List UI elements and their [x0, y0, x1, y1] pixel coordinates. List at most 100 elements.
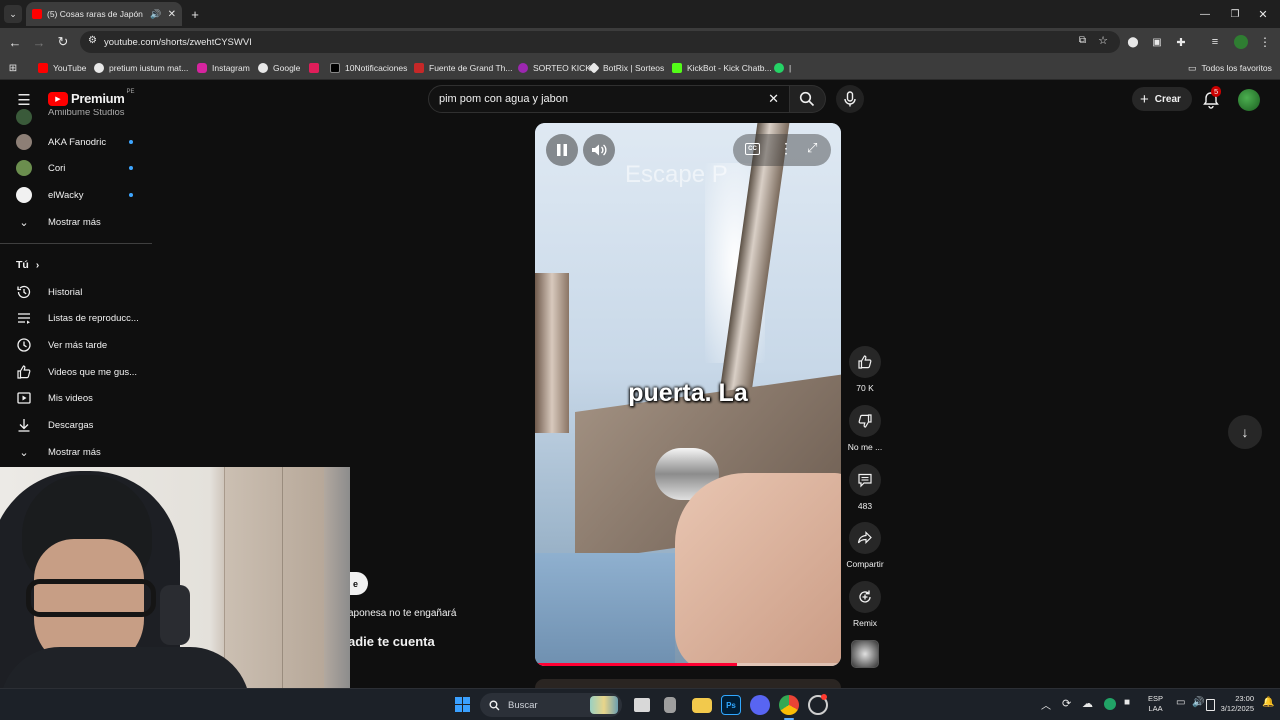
bookmark-slack[interactable]: [309, 60, 324, 76]
sidebar-subscription-partial[interactable]: Amiibume Studios: [0, 109, 152, 125]
search-input[interactable]: pim pom con agua y jabon ✕: [428, 85, 790, 113]
sidebar-item-historial[interactable]: Historial: [0, 279, 152, 305]
tab-search-icon[interactable]: ⌄: [4, 5, 22, 23]
video-title-partial[interactable]: adie te cuenta: [348, 634, 435, 649]
notifications-button[interactable]: 5: [1200, 86, 1222, 111]
like-action[interactable]: 70 K: [845, 346, 885, 393]
tray-security-icon[interactable]: [1104, 698, 1116, 710]
task-view-icon[interactable]: [634, 698, 650, 712]
hamburger-menu-icon[interactable]: ☰: [14, 90, 34, 110]
url-field[interactable]: ⚙ youtube.com/shorts/zwehtCYSWVI ⧉ ☆: [80, 31, 1120, 53]
like-button[interactable]: [849, 346, 881, 378]
video-progress-track[interactable]: [535, 663, 841, 666]
next-short-button[interactable]: ↓: [1228, 415, 1262, 449]
tray-network-icon[interactable]: ▭: [1176, 697, 1185, 708]
reload-icon[interactable]: ↻: [54, 33, 72, 51]
dislike-button[interactable]: [849, 405, 881, 437]
bookmark-youtube[interactable]: YouTube: [38, 60, 86, 76]
share-button[interactable]: [849, 522, 881, 554]
tray-language[interactable]: ESP LAA: [1148, 694, 1163, 714]
taskbar-app-icon[interactable]: [664, 697, 676, 713]
close-window-icon[interactable]: ✕: [1254, 5, 1272, 23]
install-app-icon[interactable]: ⧉: [1079, 35, 1086, 46]
tray-sync-icon[interactable]: ⟳: [1062, 697, 1071, 710]
shorts-video-player[interactable]: Escape P puerta. La CC ⋮ ⤢: [535, 123, 841, 666]
tray-chevron-up-icon[interactable]: ︿: [1041, 697, 1051, 712]
youtube-logo[interactable]: ▶ Premium PE: [48, 89, 135, 106]
bookmark-star-icon[interactable]: ☆: [1098, 34, 1108, 47]
sidebar-subscription-cori[interactable]: Cori: [0, 155, 152, 181]
comments-action[interactable]: 483: [845, 464, 885, 511]
tray-clock[interactable]: 23:00 3/12/2025: [1210, 694, 1254, 714]
sidebar-subscription-aka-fanodric[interactable]: AKA Fanodric: [0, 129, 152, 155]
bookmark-grand-theft[interactable]: Fuente de Grand Th...: [414, 60, 512, 76]
profile-avatar[interactable]: [1234, 35, 1248, 49]
sidebar-item-my-videos[interactable]: Mis videos: [0, 385, 152, 411]
new-tab-icon[interactable]: +: [186, 5, 204, 23]
discord-icon[interactable]: [750, 695, 770, 715]
bookmark-pretium[interactable]: pretium iustum mat...: [94, 60, 188, 76]
remix-action[interactable]: Remix: [845, 581, 885, 628]
create-button[interactable]: + Crear: [1132, 87, 1192, 111]
bookmark-10notificaciones[interactable]: 10Notificaciones: [330, 60, 407, 76]
remix-button[interactable]: [849, 581, 881, 613]
bookmark-botrix[interactable]: BotRix | Sorteos: [588, 60, 664, 76]
minimize-icon[interactable]: —: [1196, 5, 1214, 23]
restore-icon[interactable]: ❐: [1226, 5, 1244, 23]
sidebar-you-header[interactable]: Tú ›: [0, 252, 152, 278]
bookmark-sorteo-kick[interactable]: SORTEO KICK: [518, 60, 591, 76]
fullscreen-icon[interactable]: ⤢: [807, 140, 817, 156]
comments-button[interactable]: [849, 464, 881, 496]
sidebar-item-liked-videos[interactable]: Videos que me gus...: [0, 359, 152, 385]
close-tab-icon[interactable]: ✕: [168, 9, 176, 20]
voice-search-button[interactable]: [836, 85, 864, 113]
windows-start-icon[interactable]: [455, 697, 470, 712]
sidebar-item-watch-later[interactable]: Ver más tarde: [0, 332, 152, 358]
bookmark-instagram[interactable]: Instagram: [197, 60, 250, 76]
video-frame-hand: [675, 473, 841, 666]
next-video-peek[interactable]: [535, 679, 841, 688]
apps-grid-icon[interactable]: ⊞: [6, 60, 20, 76]
site-info-icon[interactable]: ⚙: [88, 35, 97, 46]
pause-button[interactable]: [546, 134, 578, 166]
bookmark-google[interactable]: Google: [258, 60, 300, 76]
extension-icon-2[interactable]: ▣: [1148, 33, 1166, 51]
sidebar-show-more-subscriptions[interactable]: ⌄ Mostrar más: [0, 209, 152, 235]
volume-button[interactable]: [583, 134, 615, 166]
sidebar-show-more-you[interactable]: ⌄ Mostrar más: [0, 439, 152, 465]
notification-center-icon[interactable]: 🔔: [1262, 697, 1274, 708]
extension-icon-1[interactable]: ⬤: [1124, 33, 1142, 51]
bookmark-kickbot[interactable]: KickBot - Kick Chatb...: [672, 60, 772, 76]
taskbar-search-input[interactable]: Buscar: [480, 693, 622, 717]
tray-app-icon[interactable]: ■: [1124, 697, 1130, 708]
address-bar-row: ← → ↻ ⚙ youtube.com/shorts/zwehtCYSWVI ⧉…: [0, 28, 1280, 56]
sidebar-item-playlists[interactable]: Listas de reproducc...: [0, 305, 152, 331]
browser-menu-icon[interactable]: ⋮: [1256, 33, 1274, 51]
captions-icon[interactable]: CC: [745, 143, 760, 155]
more-options-icon[interactable]: ⋮: [779, 140, 793, 157]
back-icon[interactable]: ←: [6, 33, 24, 51]
extensions-puzzle-icon[interactable]: ✚: [1172, 33, 1190, 51]
reading-list-icon[interactable]: ≡: [1206, 33, 1224, 51]
share-action[interactable]: Compartir: [841, 522, 889, 569]
clear-search-icon[interactable]: ✕: [768, 91, 779, 107]
browser-tab[interactable]: (5) Cosas raras de Japón qu 🔊 ✕: [26, 2, 182, 26]
chrome-icon[interactable]: [779, 695, 799, 715]
search-button[interactable]: [790, 85, 826, 113]
sound-thumbnail[interactable]: [851, 640, 879, 668]
file-explorer-icon[interactable]: [692, 698, 712, 713]
all-bookmarks-folder[interactable]: ▭ Todos los favoritos: [1188, 60, 1272, 76]
sidebar-item-downloads[interactable]: Descargas: [0, 412, 152, 438]
audio-playing-icon[interactable]: 🔊: [150, 9, 161, 20]
bookmark-whatsapp[interactable]: |: [774, 60, 791, 76]
account-avatar[interactable]: [1238, 89, 1260, 111]
thumbs-down-icon: [858, 414, 872, 428]
tray-onedrive-icon[interactable]: ☁: [1082, 697, 1093, 710]
tray-volume-icon[interactable]: 🔊: [1192, 697, 1204, 708]
channel-avatar: [16, 134, 32, 150]
forward-icon[interactable]: →: [30, 33, 48, 51]
dislike-action[interactable]: No me ...: [845, 405, 885, 452]
photoshop-icon[interactable]: Ps: [721, 695, 741, 715]
sidebar-subscription-elwacky[interactable]: elWacky: [0, 182, 152, 208]
new-content-dot: [129, 140, 133, 144]
